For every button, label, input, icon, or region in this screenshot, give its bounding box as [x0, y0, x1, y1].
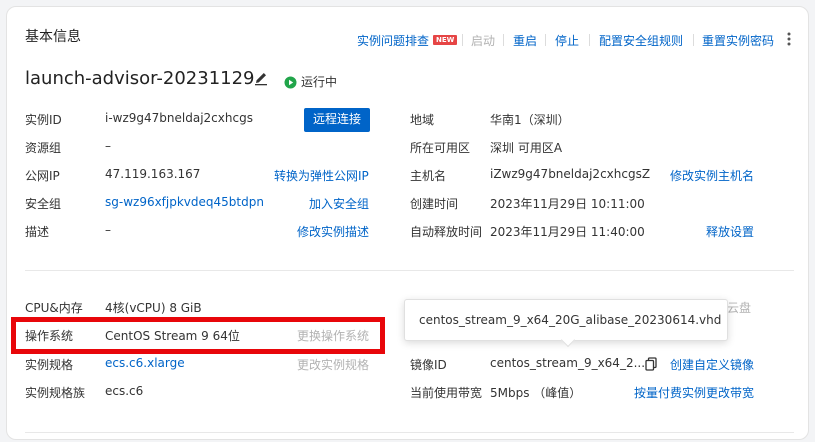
remote-connect-button[interactable]: 远程连接	[304, 108, 370, 132]
release-settings-link[interactable]: 释放设置	[706, 223, 754, 240]
label-hostname: 主机名	[410, 169, 447, 183]
bottom-divider	[25, 432, 794, 433]
value-description: –	[105, 223, 111, 237]
create-image-link[interactable]: 创建自定义镜像	[670, 356, 754, 373]
change-spec-link[interactable]: 更改实例规格	[297, 356, 369, 373]
label-resource-group: 资源组	[25, 141, 62, 155]
label-public-ip: 公网IP	[25, 169, 60, 183]
instance-name: launch-advisor-20231129	[25, 68, 255, 89]
change-bandwidth-link[interactable]: 按量付费实例更改带宽	[634, 384, 754, 401]
edit-icon[interactable]	[253, 70, 269, 86]
copy-icon[interactable]	[645, 356, 657, 371]
value-zone: 深圳 可用区A	[490, 141, 563, 155]
label-auto-release: 自动释放时间	[410, 225, 483, 239]
status-text: 运行中	[301, 75, 338, 89]
spec-link[interactable]: ecs.c6.xlarge	[105, 356, 185, 370]
section-title: 基本信息	[25, 29, 81, 45]
value-region: 华南1（深圳）	[490, 113, 570, 127]
start-button[interactable]: 启动	[471, 32, 495, 49]
label-description: 描述	[25, 225, 50, 239]
value-image-id: centos_stream_9_x64_2...	[490, 356, 646, 370]
value-instance-id: i-wz9g47bneldaj2cxhcgs	[105, 111, 253, 125]
running-icon	[284, 74, 297, 89]
value-cpu-mem: 4核(vCPU) 8 GiB	[105, 301, 202, 315]
value-family: ecs.c6	[105, 384, 144, 398]
divider	[462, 34, 463, 46]
basic-info-card: 基本信息 实例问题排查 NEW 启动 重启 停止 配置安全组规则 重置实例密码 …	[6, 6, 809, 440]
edit-hostname-link[interactable]: 修改实例主机名	[670, 167, 754, 184]
section-divider	[25, 270, 794, 271]
restart-button[interactable]: 重启	[513, 32, 537, 49]
divider	[589, 34, 590, 46]
sg-rules-link[interactable]: 配置安全组规则	[599, 32, 683, 49]
convert-eip-link[interactable]: 转换为弹性公网IP	[274, 167, 369, 184]
label-family: 实例规格族	[25, 386, 86, 400]
join-sg-link[interactable]: 加入安全组	[309, 195, 369, 212]
value-auto-release: 2023年11月29日 11:40:00	[490, 225, 645, 239]
value-created: 2023年11月29日 10:11:00	[490, 197, 645, 211]
new-badge: NEW	[433, 35, 458, 45]
value-public-ip: 47.119.163.167	[105, 167, 201, 181]
divider	[693, 34, 694, 46]
label-instance-id: 实例ID	[25, 113, 62, 127]
label-created: 创建时间	[410, 197, 459, 211]
divider	[503, 34, 504, 46]
label-cpu-mem: CPU&内存	[25, 301, 83, 315]
highlight-box	[11, 317, 385, 354]
value-hostname: iZwz9g47bneldaj2cxhcgsZ	[490, 167, 651, 181]
value-bandwidth: 5Mbps （峰值）	[490, 386, 582, 400]
edit-description-link[interactable]: 修改实例描述	[297, 223, 369, 240]
tooltip-text: centos_stream_9_x64_20G_alibase_20230614…	[419, 313, 722, 327]
more-icon[interactable]	[785, 31, 793, 47]
label-bandwidth: 当前使用带宽	[410, 386, 483, 400]
value-resource-group: –	[105, 139, 111, 153]
partial-disk-text: 云盘	[727, 301, 752, 315]
troubleshoot-link[interactable]: 实例问题排查	[357, 32, 429, 49]
label-image-id: 镜像ID	[410, 358, 447, 372]
label-zone: 所在可用区	[410, 141, 471, 155]
label-security-group: 安全组	[25, 197, 62, 211]
reset-password-link[interactable]: 重置实例密码	[702, 32, 774, 49]
divider	[545, 34, 546, 46]
label-spec: 实例规格	[25, 358, 74, 372]
stop-button[interactable]: 停止	[555, 32, 579, 49]
label-region: 地域	[410, 113, 435, 127]
security-group-link[interactable]: sg-wz96xfjpkvdeq45btdpn	[105, 195, 264, 209]
